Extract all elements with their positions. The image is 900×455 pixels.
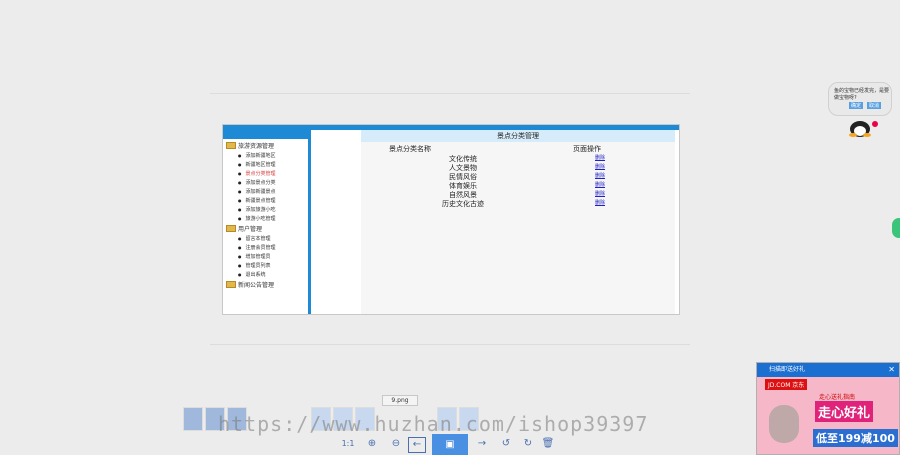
table-row: 体育娱乐 删除 xyxy=(361,181,675,190)
chat-bubble: 鱼的宝物已经发完，是要做宝物呀? 确定 取消 xyxy=(828,82,892,116)
table-row: 人文景物 删除 xyxy=(361,163,675,172)
folder-icon xyxy=(226,142,236,149)
next-arrow-icon[interactable]: → xyxy=(474,437,490,451)
side-chat-icon[interactable] xyxy=(892,218,900,238)
watermark: https://www.huzhan.com/ishop39397 xyxy=(218,412,649,436)
folder-icon xyxy=(226,225,236,232)
ad-discount: 低至199减100 xyxy=(813,429,898,447)
main-area: 景点分类管理 景点分类名称 页面操作 文化传统 删除 人文景物 删除 民情风俗 … xyxy=(311,125,679,314)
sidebar-group-users[interactable]: 用户管理 xyxy=(226,224,308,233)
prev-arrow-icon[interactable]: ← xyxy=(408,437,426,453)
sidebar-group-label: 用户管理 xyxy=(238,226,263,233)
penguin-mascot-icon[interactable] xyxy=(846,118,880,138)
sidebar-item[interactable]: 留言本管理 xyxy=(238,235,308,242)
teddy-bear-image xyxy=(769,405,799,443)
delete-link[interactable]: 删除 xyxy=(595,199,605,206)
rotate-right-icon[interactable]: ↻ xyxy=(520,437,536,451)
sidebar-item[interactable]: 管理员列表 xyxy=(238,262,308,269)
admin-screenshot-frame: 旅游资源管理 添加新疆地区 新疆地区管理 景点分类管理 添加景点分类 添加新疆景… xyxy=(222,124,680,315)
column-header-ops: 页面操作 xyxy=(573,145,601,153)
actual-size-button[interactable]: 1:1 xyxy=(340,437,356,451)
ad-headline: 走心好礼 xyxy=(815,401,874,422)
jd-logo: JD.COM 京东 xyxy=(765,379,808,390)
sidebar-item[interactable]: 新疆景点管理 xyxy=(238,197,308,204)
bubble-cancel-button[interactable]: 取消 xyxy=(867,102,882,109)
sidebar-group-news[interactable]: 新闻公告管理 xyxy=(226,280,308,289)
panel-title: 景点分类管理 xyxy=(361,130,675,142)
ad-popup[interactable]: 扫描即送好礼 ✕ JD.COM 京东 走心送礼指南 走心好礼 低至199减100 xyxy=(756,362,900,455)
close-icon[interactable]: ✕ xyxy=(888,363,895,377)
sidebar-item[interactable]: 旅游小吃管理 xyxy=(238,215,308,222)
table-row: 自然风景 删除 xyxy=(361,190,675,199)
bubble-text: 鱼的宝物已经发完，是要做宝物呀? xyxy=(834,88,890,101)
sidebar-item[interactable]: 添加旅游小吃 xyxy=(238,206,308,213)
sidebar-group-label: 旅游资源管理 xyxy=(238,143,275,150)
sidebar-item[interactable]: 新疆地区管理 xyxy=(238,161,308,168)
rotate-left-icon[interactable]: ↺ xyxy=(498,437,514,451)
sidebar: 旅游资源管理 添加新疆地区 新疆地区管理 景点分类管理 添加景点分类 添加新疆景… xyxy=(223,125,311,314)
ad-header: 扫描即送好礼 ✕ xyxy=(757,363,899,377)
zoom-out-icon[interactable]: ⊖ xyxy=(388,437,404,451)
delete-link[interactable]: 删除 xyxy=(595,172,605,179)
image-filename-label: 9.png xyxy=(382,395,418,406)
sidebar-item[interactable]: 注册会员管理 xyxy=(238,244,308,251)
category-panel: 景点分类管理 景点分类名称 页面操作 文化传统 删除 人文景物 删除 民情风俗 … xyxy=(361,130,675,314)
sidebar-item[interactable]: 添加新疆景点 xyxy=(238,188,308,195)
table-row: 历史文化古迹 删除 xyxy=(361,199,675,208)
sidebar-group-label: 新闻公告管理 xyxy=(238,282,275,289)
delete-link[interactable]: 删除 xyxy=(595,190,605,197)
bubble-confirm-button[interactable]: 确定 xyxy=(849,102,864,109)
fullscreen-icon[interactable]: ▣ xyxy=(432,434,468,455)
zoom-in-icon[interactable]: ⊕ xyxy=(364,437,380,451)
ad-header-text: 扫描即送好礼 xyxy=(769,366,806,373)
sidebar-item[interactable]: 增加管理员 xyxy=(238,253,308,260)
ad-tagline: 走心送礼指南 xyxy=(819,394,856,401)
delete-link[interactable]: 删除 xyxy=(595,154,605,161)
category-name: 历史文化古迹 xyxy=(442,200,484,208)
column-header-name: 景点分类名称 xyxy=(389,145,431,153)
folder-icon xyxy=(226,281,236,288)
delete-link[interactable]: 删除 xyxy=(595,163,605,170)
sidebar-item[interactable]: 添加景点分类 xyxy=(238,179,308,186)
bottom-divider xyxy=(210,344,690,345)
sidebar-item-active[interactable]: 景点分类管理 xyxy=(238,170,308,177)
thumbnail[interactable] xyxy=(183,407,203,431)
sidebar-item[interactable]: 退出系统 xyxy=(238,271,308,278)
viewer-toolbar: 1:1 ⊕ ⊖ ← ▣ → ↺ ↻ 🗑 xyxy=(336,434,562,455)
sidebar-header xyxy=(223,125,308,139)
table-row: 文化传统 删除 xyxy=(361,154,675,163)
top-divider xyxy=(210,93,690,94)
sidebar-item[interactable]: 添加新疆地区 xyxy=(238,152,308,159)
delete-icon[interactable]: 🗑 xyxy=(540,437,556,451)
sidebar-group-resources[interactable]: 旅游资源管理 xyxy=(226,141,308,150)
delete-link[interactable]: 删除 xyxy=(595,181,605,188)
table-row: 民情风俗 删除 xyxy=(361,172,675,181)
